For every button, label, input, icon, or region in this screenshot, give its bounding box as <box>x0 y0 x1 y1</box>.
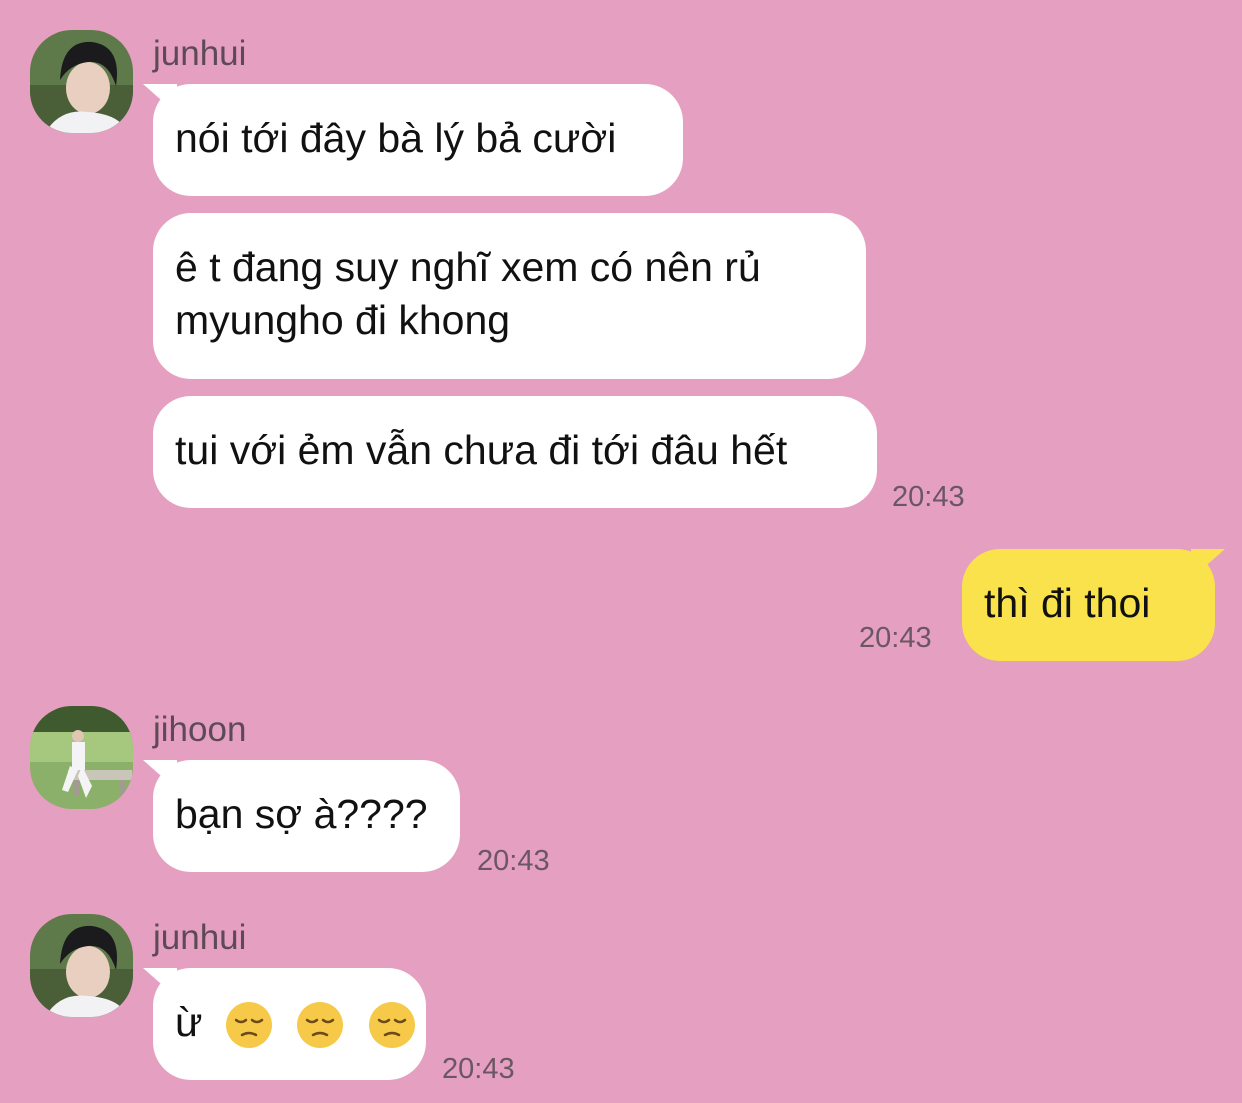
sender-name: jihoon <box>153 710 247 749</box>
sender-name: junhui <box>153 918 247 957</box>
message-text: thì đi thoi <box>984 580 1151 626</box>
avatar-junhui[interactable] <box>30 30 133 133</box>
message-bubble[interactable]: ê t đang suy nghĩ xem có nên rủ myungho … <box>153 213 866 379</box>
message-text: tui với ẻm vẫn chưa đi tới đâu hết <box>175 427 788 473</box>
avatar-junhui[interactable] <box>30 914 133 1017</box>
message-timestamp: 20:43 <box>442 1053 515 1085</box>
message-bubble-outgoing[interactable]: thì đi thoi <box>962 549 1215 661</box>
pensive-face-icon <box>224 1000 274 1050</box>
message-text: nói tới đây bà lý bả cười <box>175 115 617 161</box>
message-bubble[interactable]: bạn sợ à???? <box>153 760 460 872</box>
message-bubble[interactable]: nói tới đây bà lý bả cười <box>153 84 683 196</box>
message-timestamp: 20:43 <box>892 481 965 513</box>
message-timestamp: 20:43 <box>859 622 932 654</box>
message-bubble[interactable]: tui với ẻm vẫn chưa đi tới đâu hết <box>153 396 877 508</box>
message-text: ê t đang suy nghĩ xem có nên rủ myungho … <box>175 244 761 343</box>
message-bubble[interactable]: ừ <box>153 968 426 1080</box>
message-text: bạn sợ à???? <box>175 791 428 837</box>
pensive-face-icon <box>367 1000 417 1050</box>
message-text: ừ <box>175 999 203 1045</box>
avatar-jihoon[interactable] <box>30 706 133 809</box>
message-timestamp: 20:43 <box>477 845 550 877</box>
sender-name: junhui <box>153 34 247 73</box>
pensive-face-icon <box>295 1000 345 1050</box>
